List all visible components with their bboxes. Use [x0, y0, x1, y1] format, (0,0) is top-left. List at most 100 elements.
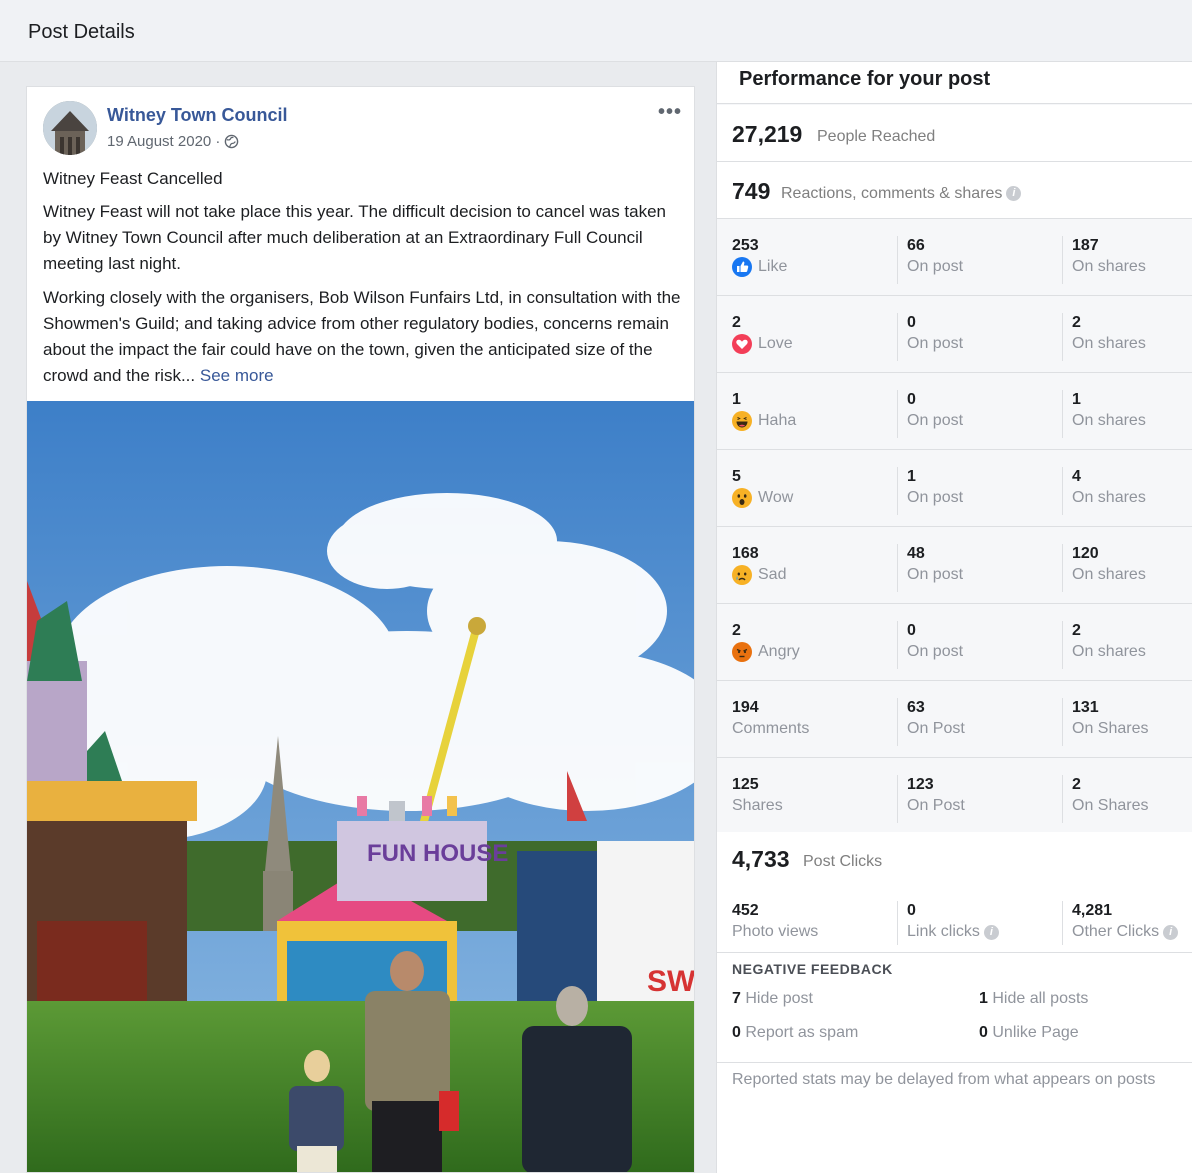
on-shares-label: On shares: [1072, 566, 1146, 583]
post-headline: Witney Feast Cancelled: [43, 169, 223, 188]
on-shares-label: On shares: [1072, 489, 1146, 506]
photo-sign-funhouse: FUN HOUSE: [367, 840, 508, 867]
info-icon[interactable]: i: [1006, 186, 1022, 202]
haha-on-post: 0: [907, 391, 916, 408]
people-reached-value: 27,219: [732, 121, 803, 147]
performance-header: Performance for your post: [717, 62, 1192, 104]
page-avatar[interactable]: [43, 101, 97, 155]
wow-on-shares: 4: [1072, 468, 1081, 485]
sad-label: Sad: [758, 566, 787, 583]
post-meta: 19 August 2020 ·: [107, 133, 239, 150]
like-on-post: 66: [907, 237, 925, 254]
angry-on-post: 0: [907, 622, 916, 639]
post-clicks-value: 4,733: [732, 846, 790, 872]
wow-label: Wow: [758, 489, 794, 506]
see-more-link[interactable]: See more: [200, 366, 274, 385]
comments-total: 194: [732, 699, 759, 716]
love-total: 2: [732, 314, 741, 331]
post-card: Witney Town Council 19 August 2020 · •••…: [26, 86, 695, 1173]
page-header: Post Details: [0, 0, 1192, 62]
post-paragraph: Witney Feast will not take place this ye…: [43, 202, 667, 273]
info-icon[interactable]: i: [1163, 924, 1179, 940]
unlike-page-stat: 0 Unlike Page: [979, 1024, 1079, 1041]
love-on-post: 0: [907, 314, 916, 331]
reaction-row-wow: 5 Wow 1 On post 4 On shares: [717, 450, 1192, 527]
like-label: Like: [758, 258, 788, 275]
reactions-table: 253 Like 66 On post 187 On shares 2 Love…: [717, 219, 1192, 835]
on-post-label: On post: [907, 489, 964, 506]
wow-icon: [732, 488, 752, 508]
on-post-label: On post: [907, 643, 964, 660]
on-shares-label: On shares: [1072, 643, 1146, 660]
more-options-button[interactable]: •••: [658, 101, 682, 124]
angry-icon: [732, 642, 752, 662]
post-clicks-label: Post Clicks: [803, 853, 883, 870]
shares-total: 125: [732, 776, 759, 793]
link-clicks-value: 0: [907, 902, 916, 919]
on-post-label: On Post: [907, 797, 965, 814]
angry-total: 2: [732, 622, 741, 639]
post-paragraph: Working closely with the organisers, Bob…: [43, 285, 683, 389]
negative-feedback-section: NEGATIVE FEEDBACK 7 Hide post 1 Hide all…: [717, 953, 1192, 1063]
angry-on-shares: 2: [1072, 622, 1081, 639]
globe-icon: [225, 134, 239, 149]
page-name-link[interactable]: Witney Town Council: [107, 105, 288, 126]
love-label: Love: [758, 335, 793, 352]
shares-row: 125 Shares 123 On Post 2 On Shares: [717, 758, 1192, 835]
on-post-label: On post: [907, 566, 964, 583]
performance-panel: Performance for your post 27,219 People …: [716, 62, 1192, 1173]
sad-total: 168: [732, 545, 759, 562]
angry-label: Angry: [758, 643, 800, 660]
link-clicks-label: Link clicks: [907, 923, 980, 940]
on-post-label: On Post: [907, 720, 965, 737]
sad-on-post: 48: [907, 545, 925, 562]
info-icon[interactable]: i: [983, 924, 999, 940]
engagement-row: 749 Reactions, comments & shares i: [717, 162, 1192, 219]
like-total: 253: [732, 237, 759, 254]
post-clicks-section: 4,733 Post Clicks 452 Photo views 0 Link…: [717, 832, 1192, 953]
sad-icon: [732, 565, 752, 585]
haha-icon: [732, 411, 752, 431]
comments-on-post: 63: [907, 699, 925, 716]
like-icon: [732, 257, 752, 277]
shares-on-shares: 2: [1072, 776, 1081, 793]
on-post-label: On post: [907, 412, 964, 429]
haha-on-shares: 1: [1072, 391, 1081, 408]
people-reached-row: 27,219 People Reached: [717, 105, 1192, 162]
reaction-row-haha: 1 Haha 0 On post 1 On shares: [717, 373, 1192, 450]
photo-sign-swee: SWEE: [647, 965, 695, 998]
post-date[interactable]: 19 August 2020 ·: [107, 133, 220, 150]
reaction-row-angry: 2 Angry 0 On post 2 On shares: [717, 604, 1192, 681]
on-shares-label: On shares: [1072, 335, 1146, 352]
haha-label: Haha: [758, 412, 797, 429]
haha-total: 1: [732, 391, 741, 408]
photo-views-value: 452: [732, 902, 759, 919]
photo-views-label: Photo views: [732, 923, 819, 940]
other-clicks-value: 4,281: [1072, 902, 1113, 919]
negative-feedback-title: NEGATIVE FEEDBACK: [732, 961, 893, 977]
comments-row: 194 Comments 63 On Post 131 On Shares: [717, 681, 1192, 758]
reaction-row-sad: 168 Sad 48 On post 120 On shares: [717, 527, 1192, 604]
shares-on-post: 123: [907, 776, 934, 793]
on-shares-label: On Shares: [1072, 797, 1149, 814]
page-title: Post Details: [28, 21, 135, 43]
reaction-row-like: 253 Like 66 On post 187 On shares: [717, 219, 1192, 296]
on-shares-label: On shares: [1072, 258, 1146, 275]
other-clicks-label: Other Clicks: [1072, 923, 1160, 940]
engagement-value: 749: [732, 178, 771, 204]
engagement-label: Reactions, comments & shares: [781, 185, 1003, 202]
on-shares-label: On shares: [1072, 412, 1146, 429]
report-spam-stat: 0 Report as spam: [732, 1024, 859, 1041]
post-photo[interactable]: FUN HOUSE SWEE: [27, 401, 695, 1173]
comments-on-shares: 131: [1072, 699, 1099, 716]
love-icon: [732, 334, 752, 354]
wow-on-post: 1: [907, 468, 916, 485]
performance-title: Performance for your post: [739, 68, 991, 90]
engagement-label-wrap: Reactions, comments & shares i: [781, 185, 1022, 203]
comments-label: Comments: [732, 720, 810, 737]
people-reached-label: People Reached: [817, 128, 936, 145]
wow-total: 5: [732, 468, 741, 485]
love-on-shares: 2: [1072, 314, 1081, 331]
like-on-shares: 187: [1072, 237, 1099, 254]
hide-post-stat: 7 Hide post: [732, 990, 813, 1007]
